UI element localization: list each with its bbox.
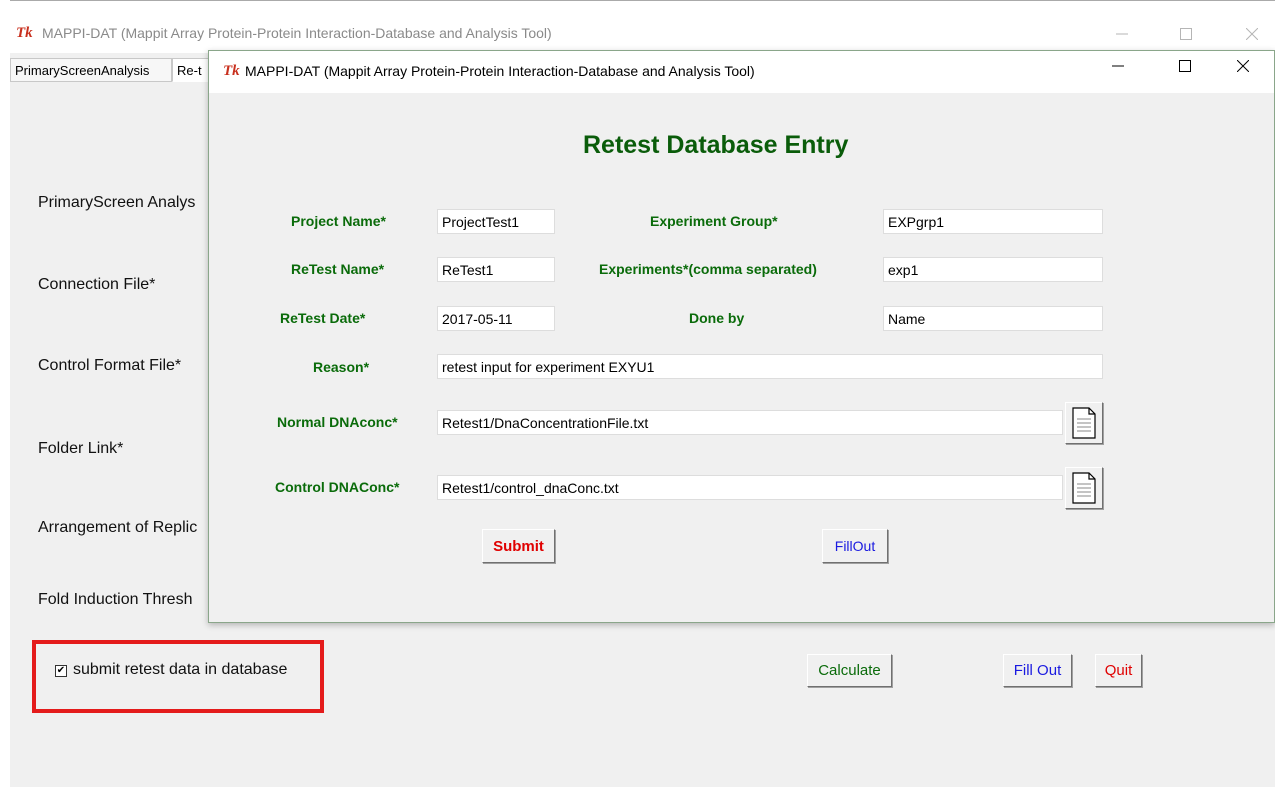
dialog-titlebar: Tk MAPPI-DAT (Mappit Array Protein-Prote… <box>209 51 1274 93</box>
label-folder-link: Folder Link* <box>38 440 124 457</box>
maximize-icon <box>1180 28 1192 40</box>
submit-button[interactable]: Submit <box>482 529 555 563</box>
retest-date-input[interactable]: 2017-05-11 <box>437 306 555 331</box>
normal-dnaconc-input[interactable]: Retest1/DnaConcentrationFile.txt <box>437 410 1063 435</box>
label-normal-dnaconc: Normal DNAconc* <box>277 414 398 430</box>
main-window-title: MAPPI-DAT (Mappit Array Protein-Protein … <box>42 25 552 41</box>
label-experiments: Experiments*(comma separated) <box>599 261 817 277</box>
close-icon <box>1246 28 1258 40</box>
tab-primary-screen-analysis[interactable]: PrimaryScreenAnalysis <box>10 58 172 82</box>
fillout-button[interactable]: FillOut <box>822 529 888 563</box>
tab-retest[interactable]: Re-t <box>172 58 212 82</box>
tk-logo-icon: Tk <box>16 25 33 41</box>
control-dnaconc-input[interactable]: Retest1/control_dnaConc.txt <box>437 475 1063 500</box>
label-project-name: Project Name* <box>291 213 386 229</box>
done-by-input[interactable]: Name <box>883 306 1103 331</box>
dialog-close-button[interactable] <box>1221 51 1265 81</box>
close-icon <box>1237 60 1249 72</box>
submit-retest-checkbox-label[interactable]: submit retest data in database <box>73 661 287 679</box>
minimize-button[interactable] <box>1100 19 1144 49</box>
experiment-group-input[interactable]: EXPgrp1 <box>883 209 1103 234</box>
label-control-dnaconc: Control DNAConc* <box>275 479 400 495</box>
quit-button[interactable]: Quit <box>1095 654 1142 687</box>
document-icon <box>1072 407 1096 439</box>
label-arrangement-of-replicates: Arrangement of Replic <box>38 519 198 536</box>
maximize-button[interactable] <box>1164 19 1208 49</box>
dialog-title: MAPPI-DAT (Mappit Array Protein-Protein … <box>245 63 755 79</box>
reason-input[interactable]: retest input for experiment EXYU1 <box>437 354 1103 379</box>
submit-retest-checkbox[interactable]: ✔ <box>55 665 67 677</box>
label-primary-screen-analysis: PrimaryScreen Analys <box>38 194 196 211</box>
dialog-heading: Retest Database Entry <box>583 131 849 159</box>
dialog-maximize-button[interactable] <box>1163 51 1207 81</box>
project-name-input[interactable]: ProjectTest1 <box>437 209 555 234</box>
retest-name-input[interactable]: ReTest1 <box>437 257 555 282</box>
document-icon <box>1072 472 1096 504</box>
fill-out-button[interactable]: Fill Out <box>1003 654 1072 687</box>
label-control-format-file: Control Format File* <box>38 357 182 374</box>
label-reason: Reason* <box>313 359 370 375</box>
retest-dialog: Tk MAPPI-DAT (Mappit Array Protein-Prote… <box>208 50 1275 623</box>
dialog-minimize-button[interactable] <box>1096 51 1140 81</box>
label-connection-file: Connection File* <box>38 276 156 293</box>
main-titlebar: Tk MAPPI-DAT (Mappit Array Protein-Prote… <box>10 1 1275 53</box>
minimize-icon <box>1116 33 1128 35</box>
label-retest-date: ReTest Date* <box>280 310 366 326</box>
minimize-icon <box>1112 65 1124 67</box>
maximize-icon <box>1179 60 1191 72</box>
label-done-by: Done by <box>689 310 745 326</box>
label-fold-induction-threshold: Fold Induction Thresh <box>38 591 193 608</box>
calculate-button[interactable]: Calculate <box>807 654 892 687</box>
normal-dnaconc-browse-button[interactable] <box>1065 402 1103 444</box>
tk-logo-icon: Tk <box>223 63 240 79</box>
label-retest-name: ReTest Name* <box>291 261 385 277</box>
close-button[interactable] <box>1230 19 1274 49</box>
label-experiment-group: Experiment Group* <box>650 213 778 229</box>
experiments-input[interactable]: exp1 <box>883 257 1103 282</box>
control-dnaconc-browse-button[interactable] <box>1065 467 1103 509</box>
